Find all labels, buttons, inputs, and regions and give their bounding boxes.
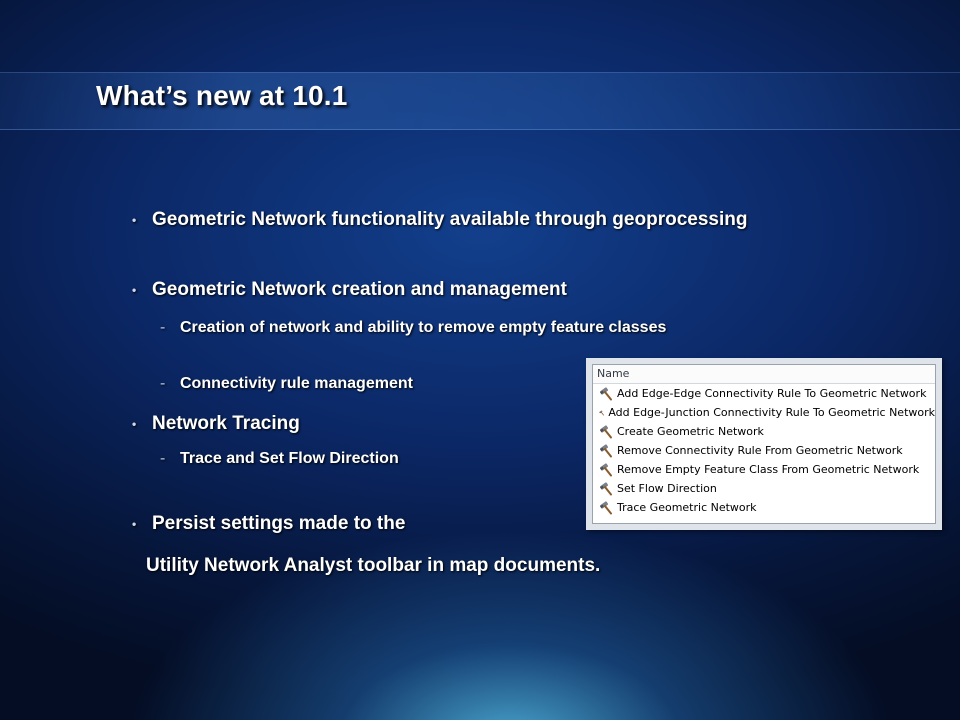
- tool-list: Name Add Edge-Edge Connectivity Rule To …: [592, 364, 936, 524]
- hammer-icon: [599, 386, 612, 400]
- tool-row[interactable]: Add Edge-Junction Connectivity Rule To G…: [593, 403, 935, 422]
- bullet-dot-icon: •: [132, 213, 137, 227]
- column-header-name[interactable]: Name: [593, 365, 935, 384]
- tool-row[interactable]: Set Flow Direction: [593, 479, 935, 498]
- bullet-dot-icon: •: [132, 517, 137, 531]
- bullet-continuation: Utility Network Analyst toolbar in map d…: [146, 555, 601, 576]
- hammer-icon: [599, 481, 612, 495]
- bullet-item: • Persist settings made to the: [132, 510, 572, 538]
- bullet-text: Geometric Network creation and managemen…: [152, 279, 567, 300]
- tool-name: Create Geometric Network: [617, 425, 764, 438]
- bullet-text: Geometric Network functionality availabl…: [152, 209, 748, 230]
- bullet-item: • Geometric Network functionality availa…: [132, 206, 772, 234]
- tool-row[interactable]: Remove Empty Feature Class From Geometri…: [593, 460, 935, 479]
- tool-name: Add Edge-Junction Connectivity Rule To G…: [608, 406, 935, 419]
- hammer-icon: [599, 410, 604, 415]
- bullet-text: Persist settings made to the: [152, 513, 406, 534]
- tool-row[interactable]: Add Edge-Edge Connectivity Rule To Geome…: [593, 384, 935, 403]
- sub-bullet-text: Creation of network and ability to remov…: [180, 319, 667, 336]
- tool-row[interactable]: Trace Geometric Network: [593, 498, 935, 517]
- bullet-dot-icon: •: [132, 417, 137, 431]
- toolbox-screenshot: Name Add Edge-Edge Connectivity Rule To …: [586, 358, 942, 530]
- bullet-dash-icon: -: [160, 450, 166, 467]
- sub-bullet-text: Trace and Set Flow Direction: [180, 450, 399, 467]
- tool-name: Set Flow Direction: [617, 482, 717, 495]
- hammer-icon: [599, 424, 612, 438]
- tool-name: Remove Empty Feature Class From Geometri…: [617, 463, 920, 476]
- hammer-icon: [599, 462, 612, 476]
- tool-name: Remove Connectivity Rule From Geometric …: [617, 444, 903, 457]
- bullet-item: • Geometric Network creation and managem…: [132, 276, 772, 304]
- tool-name: Trace Geometric Network: [617, 501, 757, 514]
- bullet-text: Network Tracing: [152, 413, 300, 434]
- sub-bullet-item: - Creation of network and ability to rem…: [160, 317, 770, 339]
- tool-row[interactable]: Create Geometric Network: [593, 422, 935, 441]
- tool-name: Add Edge-Edge Connectivity Rule To Geome…: [617, 387, 927, 400]
- bullet-dot-icon: •: [132, 283, 137, 297]
- bullet-dash-icon: -: [160, 375, 166, 392]
- hammer-icon: [599, 443, 612, 457]
- sub-bullet-text: Connectivity rule management: [180, 375, 413, 392]
- tool-row[interactable]: Remove Connectivity Rule From Geometric …: [593, 441, 935, 460]
- bullet-dash-icon: -: [160, 319, 166, 336]
- tool-rows: Add Edge-Edge Connectivity Rule To Geome…: [593, 384, 935, 517]
- hammer-icon: [599, 500, 612, 514]
